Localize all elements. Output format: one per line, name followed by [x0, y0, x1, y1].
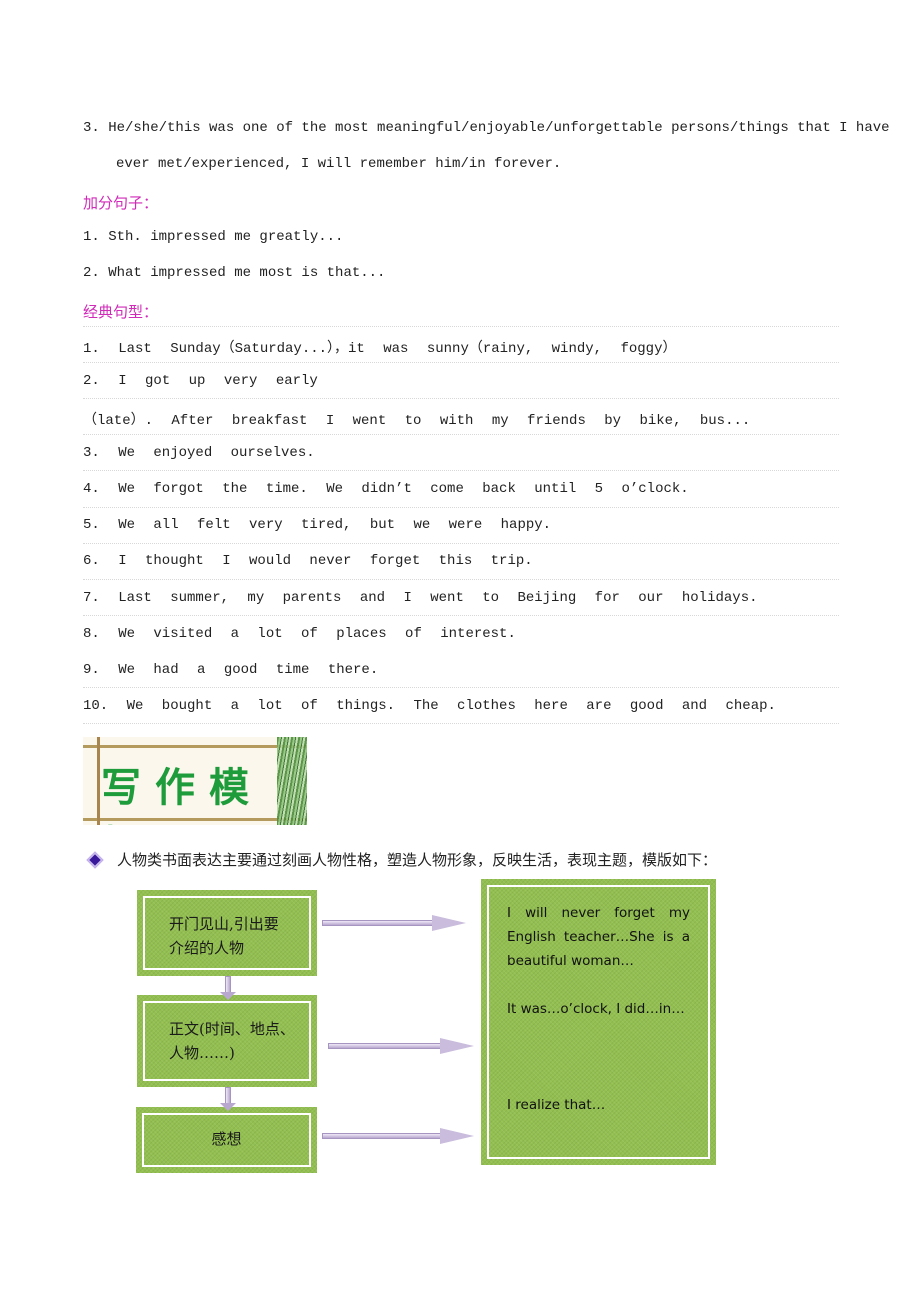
flow-box-text: 感想: [211, 1130, 242, 1148]
flow-box-reflection: 感想: [136, 1107, 317, 1173]
flow-box-opening: 开门见山,引出要 介绍的人物: [137, 890, 317, 976]
example-text: beautiful woman…: [507, 953, 634, 969]
pattern-item: 9. We had a good time there.: [83, 662, 379, 678]
flow-box-text: 正文(时间、地点、: [169, 1020, 295, 1038]
example-text: I will never forget my: [507, 905, 690, 921]
pattern-item: 3. We enjoyed ourselves.: [83, 445, 315, 461]
diamond-bullet-icon: [86, 851, 104, 868]
bonus-sentences-heading: 加分句子：: [83, 194, 159, 212]
down-arrow-icon: [220, 976, 236, 1000]
template-sentence-line-2: ever met/experienced, I will remember hi…: [116, 156, 562, 172]
pattern-item: 8. We visited a lot of places of interes…: [83, 626, 516, 642]
bonus-sentence-item: 2. What impressed me most is that...: [83, 265, 386, 281]
example-text-box: I will never forget my English teacher…S…: [481, 879, 716, 1165]
right-arrow-icon: [328, 1038, 476, 1054]
down-arrow-icon: [220, 1087, 236, 1111]
dotted-rule: [83, 326, 839, 327]
banner-title: 写作模板: [101, 765, 263, 825]
pattern-item: （late）. After breakfast I went to with m…: [83, 413, 751, 429]
dotted-rule: [83, 723, 839, 724]
dotted-rule: [83, 615, 839, 616]
banner-post: [97, 737, 100, 825]
right-arrow-icon: [322, 1128, 478, 1144]
template-sentence-line-1: 3. He/she/this was one of the most meani…: [83, 120, 890, 136]
pattern-item: 4. We forgot the time. We didn’t come ba…: [83, 481, 689, 497]
pattern-item: 6. I thought I would never forget this t…: [83, 553, 533, 569]
example-text: I realize that…: [507, 1097, 606, 1113]
pattern-item: 2. I got up very early: [83, 373, 318, 389]
bonus-sentence-item: 1. Sth. impressed me greatly...: [83, 229, 344, 245]
dotted-rule: [83, 579, 839, 580]
classic-patterns-heading: 经典句型：: [83, 303, 159, 321]
dotted-rule: [83, 434, 839, 435]
pattern-item: 10. We bought a lot of things. The cloth…: [83, 698, 776, 714]
dotted-rule: [83, 687, 839, 688]
pattern-item: 5. We all felt very tired, but we were h…: [83, 517, 552, 533]
flow-box-body: 正文(时间、地点、 人物……): [137, 995, 317, 1087]
dotted-rule: [83, 398, 839, 399]
right-arrow-icon: [322, 915, 468, 931]
pattern-item: 1. Last Sunday（Saturday...），it was sunny…: [83, 341, 677, 357]
flow-box-text: 人物……): [169, 1044, 235, 1062]
flow-box-text: 开门见山,引出要: [169, 915, 279, 933]
intro-line: 人物类书面表达主要通过刻画人物性格，塑造人物形象，反映生活，表现主题，模版如下：: [83, 849, 717, 870]
banner-rail-top: [83, 745, 307, 748]
dotted-rule: [83, 507, 839, 508]
writing-template-banner: 写作模板: [83, 737, 307, 825]
example-text: English teacher…She is a: [507, 929, 690, 945]
flow-box-text: 介绍的人物: [169, 939, 245, 957]
example-text: It was…o’clock, I did…in…: [507, 1001, 685, 1017]
dotted-rule: [83, 362, 839, 363]
dotted-rule: [83, 543, 839, 544]
dotted-rule: [83, 470, 839, 471]
pattern-item: 7. Last summer, my parents and I went to…: [83, 590, 758, 606]
intro-text: 人物类书面表达主要通过刻画人物性格，塑造人物形象，反映生活，表现主题，模版如下：: [117, 851, 718, 869]
